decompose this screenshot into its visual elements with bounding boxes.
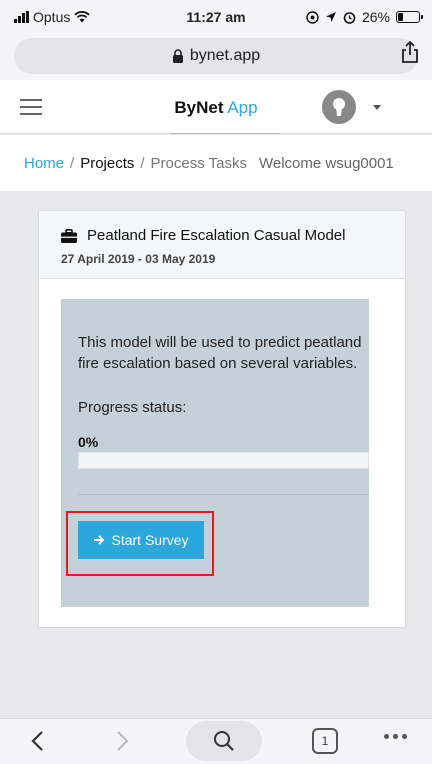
url-text: bynet.app (189, 47, 261, 64)
project-description: This model will be used to predict peatl… (78, 334, 362, 372)
progress-bar (78, 452, 369, 469)
share-icon[interactable] (398, 40, 422, 64)
breadcrumb-projects[interactable]: Projects (80, 155, 134, 172)
welcome-text: Welcome wsug0001 (258, 154, 394, 172)
search-button[interactable] (186, 721, 262, 761)
keyhole-icon (333, 98, 345, 116)
project-title: Peatland Fire Escalation Casual Model (87, 227, 346, 244)
alarm-icon (343, 11, 356, 24)
breadcrumb-separator: / (70, 154, 75, 172)
brand-logo[interactable]: ByNet App (0, 98, 432, 118)
back-icon[interactable] (28, 729, 48, 753)
brand-primary: ByNet (174, 98, 224, 117)
breadcrumb-process-tasks: Process Tasks (150, 154, 247, 172)
card-header: Peatland Fire Escalation Casual Model 27… (39, 211, 405, 279)
location-lock-icon (306, 10, 319, 24)
briefcase-icon (61, 228, 77, 243)
battery-percent: 26% (361, 9, 390, 25)
avatar-icon[interactable] (322, 90, 356, 124)
search-icon (214, 731, 234, 751)
breadcrumb: Home / Projects / Process Tasks Welcome … (0, 135, 432, 191)
progress-percent: 0% (78, 434, 99, 450)
breadcrumb-home[interactable]: Home (24, 155, 64, 172)
forward-icon[interactable] (112, 729, 132, 753)
location-arrow-icon (325, 12, 336, 22)
brand-underline (170, 133, 280, 134)
battery-icon (396, 11, 423, 23)
status-bar: Optus 11:27 am 26% (0, 0, 432, 34)
more-icon[interactable] (384, 734, 407, 739)
tabs-button[interactable]: 1 (312, 728, 338, 754)
status-right: 26% (306, 9, 423, 25)
chevron-down-icon[interactable] (373, 105, 381, 110)
project-date-range: 27 April 2019 - 03 May 2019 (61, 252, 216, 266)
tabs-count: 1 (321, 734, 329, 748)
breadcrumb-separator: / (140, 154, 145, 172)
browser-address-area: bynet.app (0, 34, 432, 80)
panel-divider (78, 494, 369, 495)
project-card: Peatland Fire Escalation Casual Model 27… (38, 210, 406, 628)
brand-secondary: App (227, 98, 258, 117)
url-bar[interactable]: bynet.app (14, 38, 418, 74)
app-navbar: ByNet App (0, 80, 432, 134)
highlight-box (66, 511, 214, 576)
browser-toolbar: 1 (0, 718, 432, 764)
progress-label: Progress status: (78, 399, 187, 416)
card-title-row: Peatland Fire Escalation Casual Model (61, 227, 345, 244)
lock-icon (172, 49, 183, 63)
